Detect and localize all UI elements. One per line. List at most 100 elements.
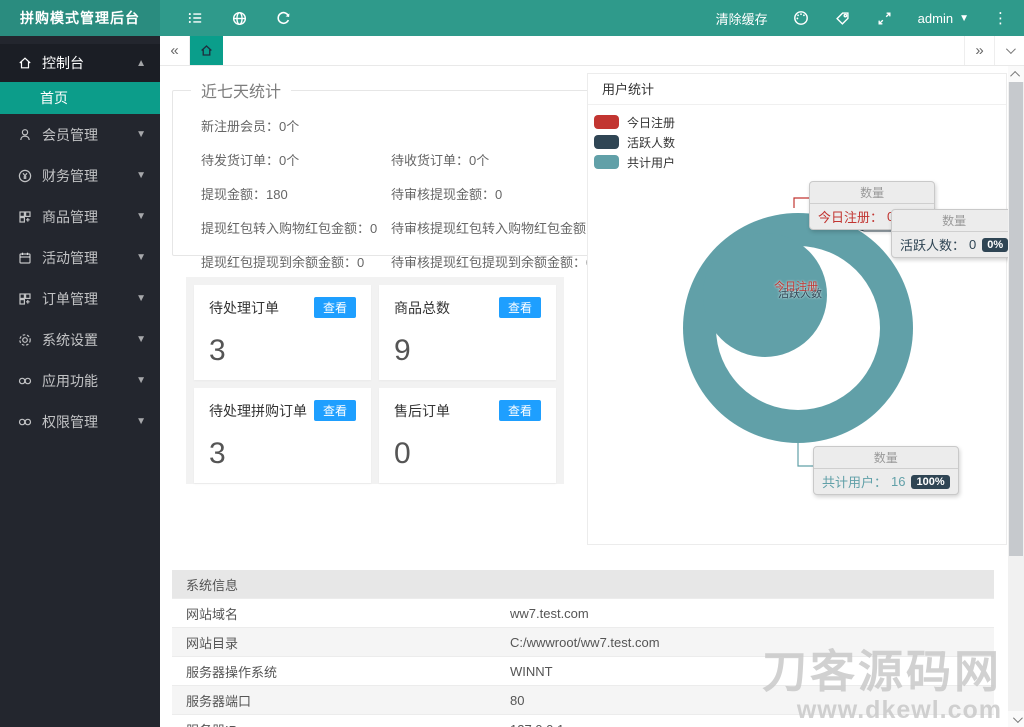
fullscreen-icon[interactable]	[876, 9, 894, 27]
app-window: 拼购模式管理后台 清除缓存 admin ▼ ⋮ 控制台 ▲ 首页 会员管理 ▼ …	[0, 0, 1024, 727]
grid-plus-icon	[17, 209, 33, 225]
sidebar-item-orders[interactable]: 订单管理 ▼	[0, 278, 160, 319]
last7days-stats-panel: 近七天统计 新注册会员：0个 待发货订单：0个 待收货订单：0个 提现金额：18…	[172, 78, 608, 270]
table-row: 网站域名 ww7.test.com	[172, 599, 994, 628]
sidebar-item-members[interactable]: 会员管理 ▼	[0, 114, 160, 155]
card-total-goods: 商品总数 查看 9	[379, 285, 556, 380]
legend-color-chip	[594, 155, 619, 169]
stat-to-receive-orders: 待收货订单：0个	[391, 153, 490, 168]
card-pending-group-orders: 待处理拼购订单 查看 3	[194, 388, 371, 483]
home-icon	[201, 45, 212, 56]
legend-item-today-registered[interactable]: 今日注册	[594, 112, 675, 132]
topbar-left-icons	[160, 9, 292, 27]
view-button[interactable]: 查看	[313, 297, 356, 318]
table-row: 服务器端口 80	[172, 686, 994, 715]
user-icon	[17, 127, 33, 143]
tooltip-value: 16	[891, 474, 906, 489]
view-button[interactable]: 查看	[498, 400, 541, 421]
card-title: 待处理拼购订单	[209, 402, 307, 419]
refresh-icon[interactable]	[274, 9, 292, 27]
donut-label-total-users: 共计用户	[773, 357, 823, 371]
row-label: 网站目录	[186, 635, 239, 651]
tooltip-percent-badge: 0%	[982, 237, 1009, 252]
chevron-down-icon: ▼	[136, 211, 146, 222]
tooltip-label: 活跃人数：	[900, 238, 966, 253]
row-label: 网站域名	[186, 606, 239, 622]
chevron-down-icon: ▼	[136, 293, 146, 304]
yen-circle-icon	[17, 168, 33, 184]
table-row: 网站目录 C:/wwwroot/ww7.test.com	[172, 628, 994, 657]
table-title: 系统信息	[186, 577, 239, 593]
home-icon	[17, 55, 33, 71]
tooltip-header: 数量	[814, 447, 958, 469]
tooltip-label: 今日注册：	[818, 210, 884, 225]
scrollbar-thumb[interactable]	[1009, 82, 1023, 556]
sidebar-item-label: 首页	[40, 90, 68, 106]
system-info-table: 系统信息 网站域名 ww7.test.com 网站目录 C:/wwwroot/w…	[172, 570, 994, 727]
sidebar-item-settings[interactable]: 系统设置 ▼	[0, 319, 160, 360]
donut-chart[interactable]	[683, 213, 913, 443]
tab-bar: « »	[160, 36, 1024, 66]
tooltip-percent-badge: 100%	[911, 474, 950, 489]
app-logo: 拼购模式管理后台	[0, 0, 160, 36]
sidebar-item-app-functions[interactable]: 应用功能 ▼	[0, 360, 160, 401]
card-title: 待处理订单	[209, 299, 279, 316]
row-value: 127.0.0.1	[510, 722, 994, 727]
summary-cards: 待处理订单 查看 3 商品总数 查看 9 待处理拼购订单 查看 3 售后订单 查…	[186, 277, 564, 484]
tab-home[interactable]	[190, 36, 223, 65]
row-label: 服务器操作系统	[186, 664, 278, 680]
user-menu[interactable]: admin ▼	[918, 11, 969, 26]
sidebar-item-label: 会员管理	[42, 126, 98, 143]
chevron-up-icon: ▲	[136, 57, 146, 69]
view-button[interactable]: 查看	[313, 400, 356, 421]
table-row: 服务器IP 127.0.0.1	[172, 715, 994, 727]
table-header-row: 系统信息	[172, 570, 994, 599]
sidebar-item-console[interactable]: 控制台 ▲	[0, 44, 160, 82]
sidebar-item-goods[interactable]: 商品管理 ▼	[0, 196, 160, 237]
card-title: 商品总数	[394, 299, 450, 316]
globe-icon[interactable]	[230, 9, 248, 27]
menu-list-icon[interactable]	[186, 9, 204, 27]
sidebar-item-finance[interactable]: 财务管理 ▼	[0, 155, 160, 196]
legend-item-total-users[interactable]: 共计用户	[594, 152, 675, 172]
tabbar-right-controls: »	[964, 36, 1024, 65]
chevron-down-icon: ▼	[136, 334, 146, 345]
scroll-down-button[interactable]	[1008, 711, 1024, 727]
legend-label: 今日注册	[627, 115, 676, 130]
card-aftersale-orders: 售后订单 查看 0	[379, 388, 556, 483]
grid-plus-icon	[17, 291, 33, 307]
theme-palette-icon[interactable]	[792, 9, 810, 27]
tooltip-header: 数量	[810, 182, 935, 204]
sidebar-item-label: 财务管理	[42, 167, 98, 184]
chevron-down-icon: ▼	[136, 252, 146, 263]
sidebar-item-permissions[interactable]: 权限管理 ▼	[0, 401, 160, 442]
sidebar-item-label: 活动管理	[42, 249, 98, 266]
row-value: ww7.test.com	[510, 605, 589, 621]
sidebar-item-activity[interactable]: 活动管理 ▼	[0, 237, 160, 278]
view-button[interactable]: 查看	[498, 297, 541, 318]
stat-withdraw-amount: 提现金额：180	[201, 187, 288, 202]
tabs-menu-button[interactable]	[994, 36, 1024, 65]
sidebar-nav: 控制台 ▲ 首页 会员管理 ▼ 财务管理 ▼ 商品管理 ▼ 活动管理 ▼ 订单管…	[0, 36, 160, 727]
stat-redpacket-to-shopping: 提现红包转入购物红包金额：0	[201, 221, 378, 236]
more-options-icon[interactable]: ⋮	[993, 9, 1008, 27]
card-value: 0	[394, 437, 411, 470]
row-label: 服务器端口	[186, 693, 252, 709]
legend-item-active-users[interactable]: 活跃人数	[594, 132, 675, 152]
legend-color-chip	[594, 135, 619, 149]
username: admin	[917, 10, 954, 26]
main-content: 近七天统计 新注册会员：0个 待发货订单：0个 待收货订单：0个 提现金额：18…	[160, 66, 1024, 727]
scroll-up-button[interactable]	[1008, 66, 1024, 82]
tabs-scroll-left-button[interactable]: «	[160, 36, 190, 65]
row-value: 80	[510, 692, 525, 708]
top-bar: 拼购模式管理后台 清除缓存 admin ▼ ⋮	[0, 0, 1024, 36]
stat-redpacket-to-balance: 提现红包提现到余额金额：0	[201, 255, 365, 270]
infinity-icon	[17, 414, 33, 430]
stats-panel-title: 近七天统计	[201, 84, 282, 101]
sidebar-item-home-active[interactable]: 首页	[0, 82, 160, 114]
tag-icon[interactable]	[834, 9, 852, 27]
vertical-scrollbar[interactable]	[1008, 66, 1024, 727]
row-value: WINNT	[510, 663, 553, 679]
clear-cache-button[interactable]: 清除缓存	[716, 9, 768, 28]
tabs-scroll-right-button[interactable]: »	[964, 36, 994, 65]
